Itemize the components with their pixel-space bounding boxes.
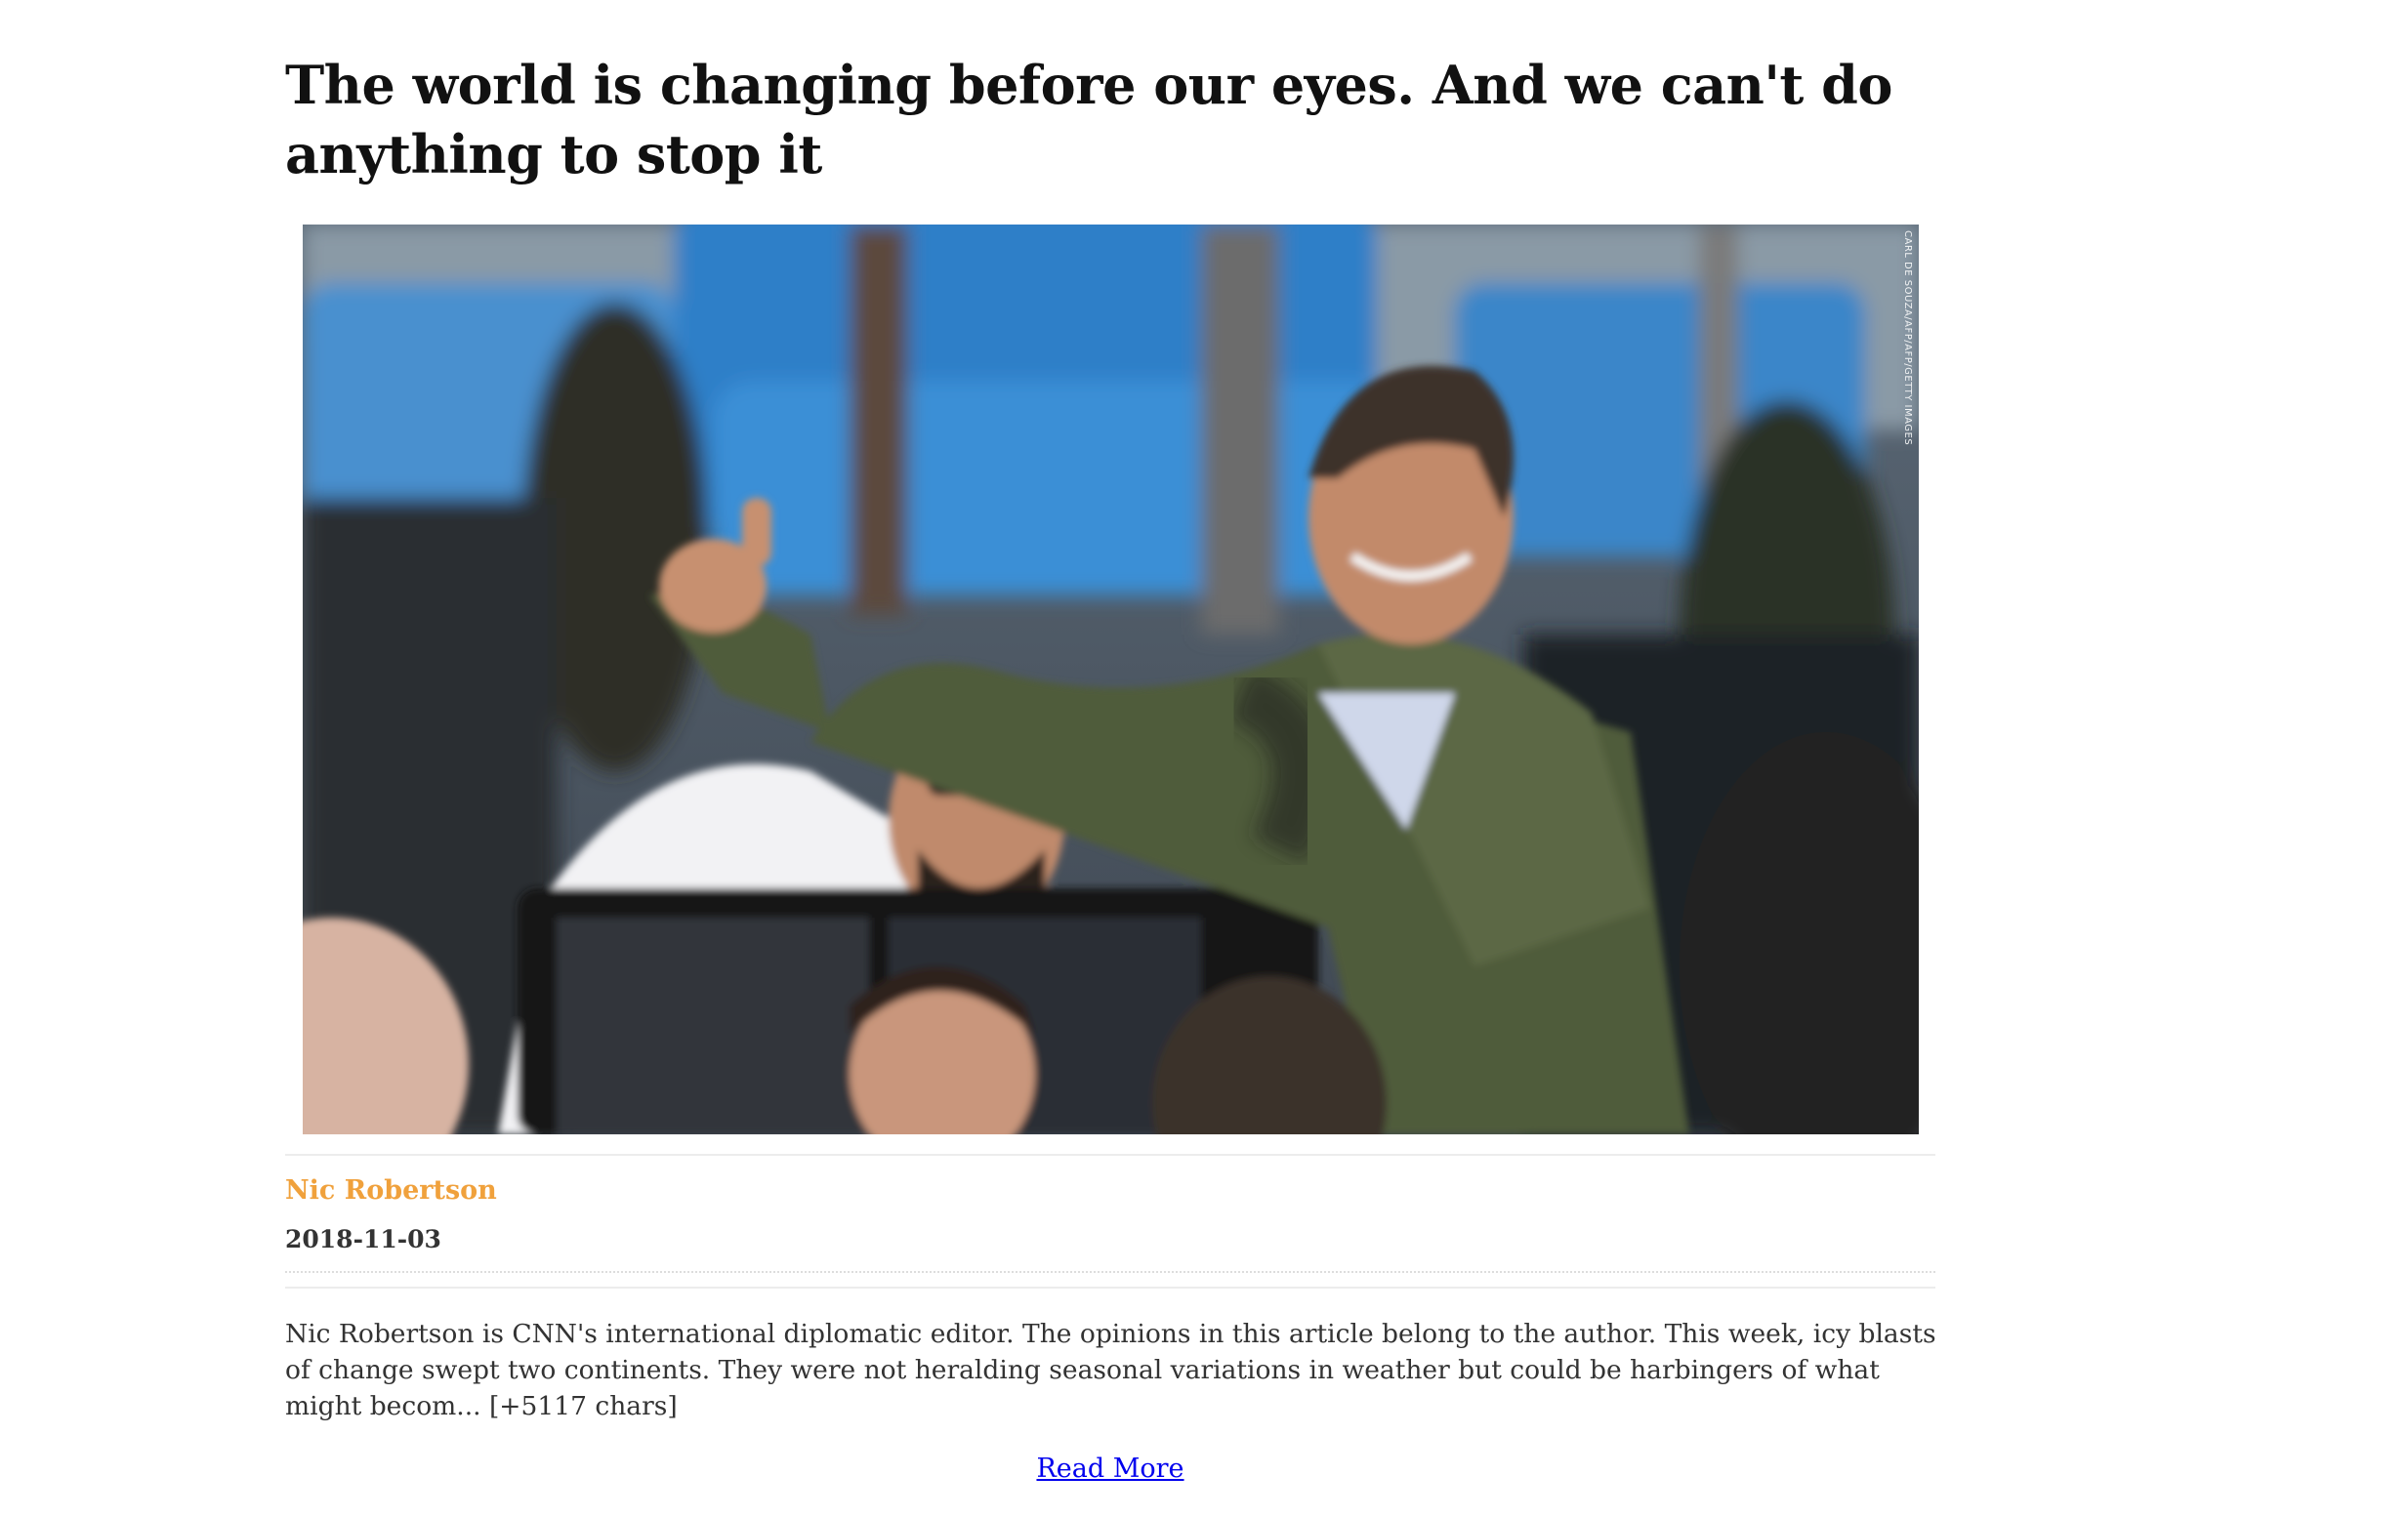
article-summary: Nic Robertson is CNN's international dip… (285, 1319, 1936, 1421)
article-headline: The world is changing before our eyes. A… (285, 54, 1892, 185)
divider (285, 1271, 1935, 1273)
photo-credit: CARL DE SOUZA/AFP/AFP/GETTY IMAGES (1902, 230, 1913, 446)
divider (285, 1287, 1935, 1289)
divider (285, 1154, 1935, 1156)
article-photo: CARL DE SOUZA/AFP/AFP/GETTY IMAGES (303, 225, 1919, 1134)
article-author: Nic Robertson (285, 1175, 497, 1206)
read-more-row: Read More (285, 1454, 1935, 1484)
article-card: The world is changing before our eyes. A… (285, 51, 1936, 1484)
read-more-link[interactable]: Read More (1036, 1454, 1183, 1484)
article-date: 2018-11-03 (285, 1225, 441, 1253)
